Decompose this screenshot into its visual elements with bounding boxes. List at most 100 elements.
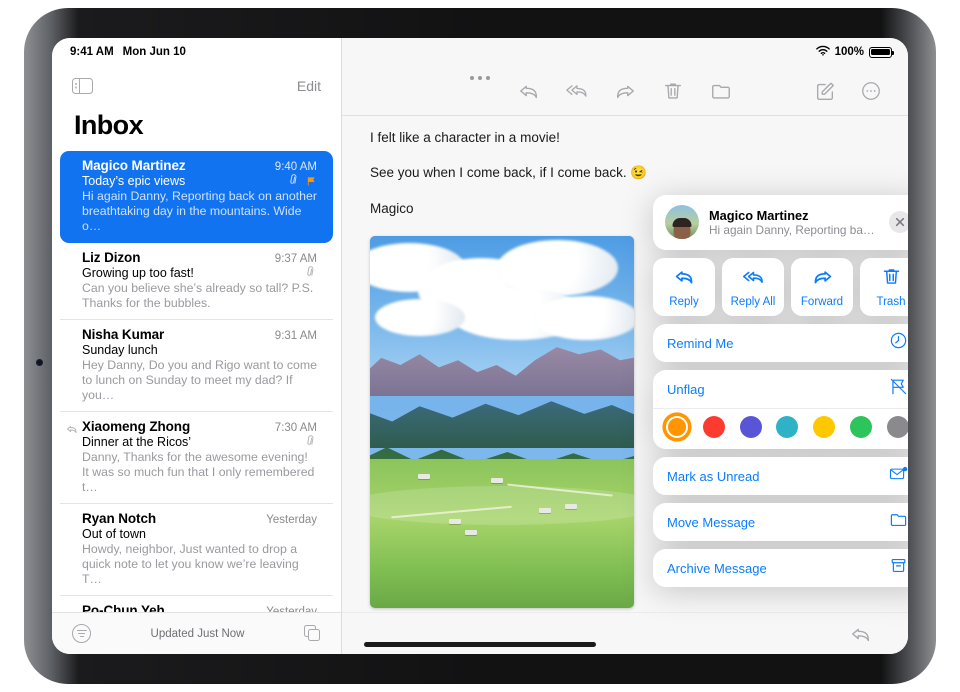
message-paragraph: See you when I come back, if I come back…: [370, 165, 648, 180]
flag-color-green[interactable]: [850, 416, 873, 438]
copy-icon[interactable]: [304, 625, 321, 642]
popover-flag-card: Unflag: [653, 370, 908, 449]
forward-icon[interactable]: [614, 80, 636, 102]
list-item-sender: Xiaomeng Zhong: [82, 419, 191, 434]
photo-hut: [465, 529, 478, 535]
forward-icon: [812, 266, 833, 292]
popover-unread-card: Mark as Unread: [653, 457, 908, 495]
reply-all-button[interactable]: Reply All: [722, 258, 784, 316]
message-list[interactable]: Magico Martinez 9:40 AM Today’s epic views…: [52, 151, 341, 612]
multitasking-controls[interactable]: [470, 76, 490, 80]
reply-button[interactable]: Reply: [653, 258, 715, 316]
popover-item-move-message[interactable]: Move Message: [653, 503, 908, 541]
unread-envelope-icon: [889, 464, 908, 488]
sender-avatar: [665, 205, 699, 239]
list-item-badges: [306, 435, 317, 449]
page-title: Inbox: [74, 110, 144, 140]
photo-hut: [491, 477, 504, 483]
photo-hut: [449, 518, 462, 524]
message-paragraph: I felt like a character in a movie!: [370, 130, 560, 145]
list-item-time: 9:40 AM: [274, 161, 317, 173]
front-camera-icon: [36, 359, 43, 366]
flag-color-gray[interactable]: [886, 416, 908, 438]
action-label: Forward: [800, 296, 844, 308]
popover-item-label: Remind Me: [667, 335, 734, 351]
list-item-preview: Hey Danny, Do you and Rigo want to come …: [82, 358, 317, 402]
list-item-time: 7:30 AM: [274, 422, 317, 434]
list-item-subject: Out of town: [82, 527, 146, 541]
photo-hut: [538, 507, 551, 513]
sidebar-header: Edit: [52, 66, 341, 106]
list-item-time: 9:37 AM: [274, 253, 317, 265]
close-icon[interactable]: [889, 211, 908, 233]
archive-icon: [889, 556, 908, 580]
toolbar-right-actions: [814, 80, 882, 102]
more-icon[interactable]: [860, 80, 882, 102]
list-item-sender: Magico Martinez: [82, 158, 186, 173]
popover-item-unflag[interactable]: Unflag: [653, 370, 908, 408]
list-item-time: 9:31 AM: [274, 330, 317, 342]
list-item-badges: [289, 174, 317, 188]
list-item-preview: Hi again Danny, Reporting back on anothe…: [82, 189, 317, 233]
popover-item-remind-me[interactable]: Remind Me: [653, 324, 908, 362]
popover-item-archive-message[interactable]: Archive Message: [653, 549, 908, 587]
ipad-screen: 9:41 AM Mon Jun 10 100% Edit Inbox Magic…: [52, 38, 908, 654]
home-indicator[interactable]: [364, 642, 596, 647]
trash-button[interactable]: Trash: [860, 258, 908, 316]
sidebar-toggle-icon[interactable]: [72, 77, 93, 95]
list-item-sender: Liz Dizon: [82, 250, 141, 265]
edit-button[interactable]: Edit: [297, 78, 321, 94]
flag-color-purple[interactable]: [739, 416, 762, 438]
list-item[interactable]: Nisha Kumar 9:31 AM Sunday lunch Hey Danny,…: [60, 320, 333, 412]
avatar-hair: [672, 217, 692, 227]
popover-quick-actions: Reply Reply All Forward Trash: [653, 258, 908, 316]
list-item[interactable]: Ryan Notch Yesterday Out of town Howdy, nei…: [60, 504, 333, 596]
popover-item-label: Mark as Unread: [667, 468, 760, 484]
multitask-dot: [470, 76, 474, 80]
flag-color-orange[interactable]: [666, 416, 688, 438]
filter-icon[interactable]: [72, 624, 91, 643]
flag-color-picker[interactable]: [653, 408, 908, 449]
list-item[interactable]: Po-Chun YehYesterdayLunch call?Think you…: [60, 596, 333, 612]
replied-arrow-icon: [66, 422, 78, 434]
photo-hut: [417, 474, 430, 480]
flag-color-teal[interactable]: [776, 416, 799, 438]
popover-header: Magico Martinez Hi again Danny, Reportin…: [653, 195, 908, 250]
mountain-landscape-photo[interactable]: [370, 236, 634, 608]
sidebar-footer: Updated Just Now: [52, 612, 341, 654]
list-item[interactable]: Xiaomeng Zhong 7:30 AM Dinner at the Ricos…: [60, 412, 333, 504]
list-item-subject: Dinner at the Ricos’: [82, 435, 192, 449]
sync-status-label: Updated Just Now: [150, 627, 245, 640]
flag-color-red[interactable]: [702, 416, 725, 438]
list-item[interactable]: Liz Dizon 9:37 AM Growing up too fast! Can …: [60, 243, 333, 320]
popover-move-card: Move Message: [653, 503, 908, 541]
list-item-preview: Can you believe she’s already so tall? P…: [82, 281, 314, 310]
action-label: Trash: [876, 296, 906, 308]
flag-color-yellow[interactable]: [813, 416, 836, 438]
list-item-time: Yesterday: [266, 514, 317, 526]
clock-icon: [889, 331, 908, 355]
list-item-preview: Howdy, neighbor, Just wanted to drop a q…: [82, 542, 299, 586]
folder-icon[interactable]: [710, 80, 732, 102]
photo-hut: [565, 503, 578, 509]
reply-all-icon[interactable]: [566, 80, 588, 102]
trash-icon[interactable]: [662, 80, 684, 102]
attachment-icon: [303, 433, 320, 451]
list-item-time: Yesterday: [266, 606, 317, 612]
compose-icon[interactable]: [814, 80, 836, 102]
ipad-device-frame: 9:41 AM Mon Jun 10 100% Edit Inbox Magic…: [24, 8, 936, 684]
popover-sender-name: Magico Martinez: [709, 207, 809, 223]
list-item-badges: [306, 266, 317, 280]
action-label: Reply All: [730, 296, 776, 308]
reply-icon[interactable]: [518, 80, 540, 102]
list-item-preview: Danny, Thanks for the awesome evening! I…: [82, 450, 315, 494]
mailbox-sidebar: Edit Inbox Magico Martinez 9:40 AM Today’s…: [52, 38, 342, 654]
list-item[interactable]: Magico Martinez 9:40 AM Today’s epic views…: [60, 151, 333, 243]
reply-icon[interactable]: [850, 623, 872, 645]
flag-icon: [306, 176, 317, 187]
list-item-subject: Sunday lunch: [82, 343, 158, 357]
list-item-sender: Ryan Notch: [82, 511, 157, 526]
toolbar-main-actions: [518, 80, 732, 102]
popover-item-mark-as-unread[interactable]: Mark as Unread: [653, 457, 908, 495]
forward-button[interactable]: Forward: [791, 258, 853, 316]
